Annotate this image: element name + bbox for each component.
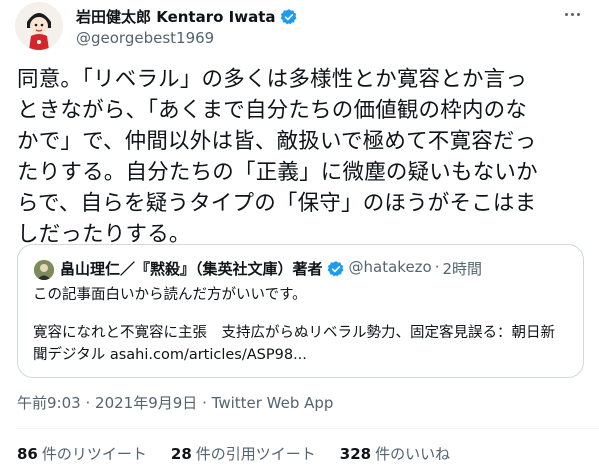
tweet-text-line: 同意。「リベラル」の多くは多様性とか寛容とか言っ <box>17 67 528 92</box>
likes-label: 件のいいね <box>375 445 451 463</box>
more-dot <box>576 12 580 16</box>
quote-text-line: 聞デジタル asahi.com/articles/ASP98... <box>33 347 307 363</box>
quote-author-handle: @hatakezo <box>348 258 432 276</box>
verified-badge-icon <box>280 8 298 26</box>
tweet-text-line: かで」で、仲間以外は皆、敵扱いで極めて不寛容だっ <box>17 129 537 154</box>
retweets-count: 86 <box>17 445 38 463</box>
author-avatar[interactable] <box>15 2 63 50</box>
tweet-source-app[interactable]: Twitter Web App <box>212 394 334 412</box>
tweet-date[interactable]: 2021年9月9日 <box>95 394 197 412</box>
quote-author-name: 畠山理仁／『黙殺』（集英社文庫）著者 <box>60 260 323 278</box>
quote-tweets-label: 件の引用ツイート <box>195 445 316 463</box>
divider <box>17 428 599 429</box>
tweet-text-line: ときながら、「あくまで自分たちの価値観の枠内のな <box>17 98 528 123</box>
retweets-stat[interactable]: 86 件のリツイート <box>17 443 147 464</box>
more-options-button[interactable] <box>561 4 583 24</box>
more-horizontal-icon <box>564 12 568 16</box>
quote-text-line: この記事面白いから読んだ方がいいです。 <box>33 287 307 303</box>
quote-line-gap <box>33 306 573 322</box>
quoted-tweet[interactable]: 畠山理仁／『黙殺』（集英社文庫）著者 @hatakezo · 2時間 この記事面… <box>17 244 584 378</box>
quote-body: この記事面白いから読んだ方がいいです。 寛容になれと不寛容に主張 支持広がらぬリ… <box>33 284 573 366</box>
quote-time: 2時間 <box>442 260 483 278</box>
likes-stat[interactable]: 328 件のいいね <box>340 443 450 464</box>
tweet-text-line: たりする。自分たちの「正義」に微塵の疑いもないか <box>17 160 538 185</box>
retweets-label: 件のリツイート <box>41 445 147 463</box>
author-name[interactable]: 岩田健太郎 Kentaro Iwata <box>76 6 276 27</box>
quote-separator: · <box>434 258 440 276</box>
author-name-row[interactable]: 岩田健太郎 Kentaro Iwata <box>76 6 298 27</box>
author-handle[interactable]: @georgebest1969 <box>76 29 214 47</box>
tweet-time[interactable]: 午前9:03 <box>17 394 81 412</box>
likes-count: 328 <box>339 445 372 463</box>
tweet-text-line: らで、自らを疑うタイプの「保守」のほうがそこはま <box>17 191 537 216</box>
quote-author-avatar[interactable] <box>34 260 54 280</box>
quote-tweets-stat[interactable]: 28 件の引用ツイート <box>171 443 316 464</box>
more-dot <box>570 12 574 16</box>
tweet-meta: 午前9:03 · 2021年9月9日 · Twitter Web App <box>17 392 333 413</box>
verified-badge-icon <box>327 260 345 278</box>
quote-text-line: 寛容になれと不寛容に主張 支持広がらぬリベラル勢力、固定客見誤る：朝日新 <box>33 325 555 341</box>
tweet-text: 同意。「リベラル」の多くは多様性とか寛容とか言っ ときながら、「あくまで自分たち… <box>17 64 587 250</box>
tweet-stats: 86 件のリツイート 28 件の引用ツイート 328 件のいいね <box>17 443 450 464</box>
quote-meta: @hatakezo · 2時間 <box>349 258 483 279</box>
meta-separator: · <box>202 394 207 412</box>
tweet-card: 岩田健太郎 Kentaro Iwata @georgebest1969 同意。「… <box>0 0 599 473</box>
quote-tweets-count: 28 <box>170 445 192 463</box>
quote-header: 畠山理仁／『黙殺』（集英社文庫）著者 @hatakezo · 2時間 <box>60 258 482 279</box>
meta-separator: · <box>85 394 91 412</box>
